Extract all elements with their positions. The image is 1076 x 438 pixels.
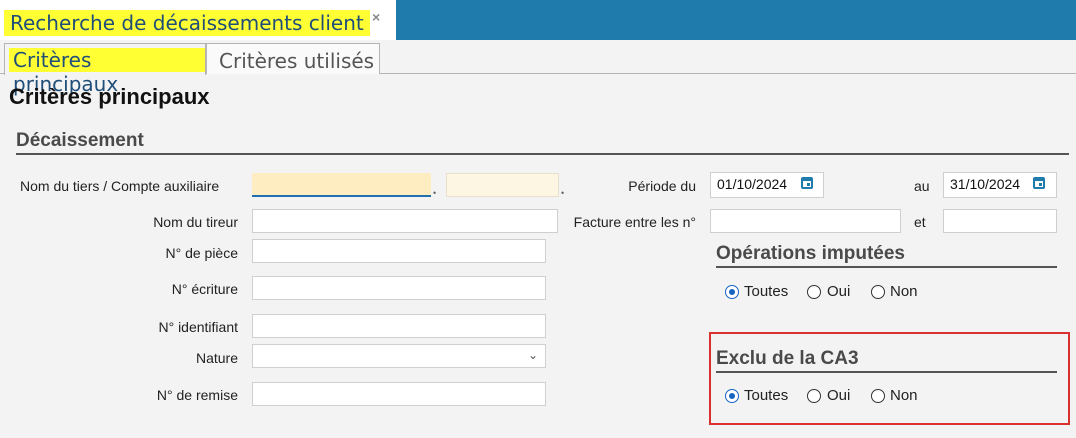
radio-label: Non <box>890 387 918 404</box>
label-piece: N° de pièce <box>165 245 238 261</box>
label-nom-tireur: Nom du tireur <box>153 214 238 230</box>
section-title-decaissement: Décaissement <box>16 130 144 151</box>
pin-icon: • <box>561 188 565 198</box>
label-ecriture: N° écriture <box>171 281 238 297</box>
tab-label: Critères principaux <box>9 48 205 96</box>
tab-criteres-principaux[interactable]: Critères principaux <box>4 43 206 96</box>
facture-from-input[interactable] <box>710 209 901 233</box>
section-rule <box>716 266 1057 268</box>
nom-tiers-input[interactable] <box>252 173 431 197</box>
calendar-icon[interactable] <box>801 177 813 189</box>
radio-operations-oui[interactable] <box>807 285 821 299</box>
highlight-box <box>709 332 1070 425</box>
periode-from-value: 01/10/2024 <box>717 176 788 192</box>
radio-operations-non[interactable] <box>871 285 885 299</box>
section-rule <box>16 153 1069 155</box>
identifiant-input[interactable] <box>252 314 546 338</box>
radio-label: Toutes <box>744 387 789 404</box>
tab-criteres-utilises[interactable]: Critères utilisés <box>206 43 380 74</box>
section-title-operations-imputees: Opérations imputées <box>716 243 905 264</box>
compte-auxiliaire-input[interactable] <box>446 173 559 197</box>
radio-label: Oui <box>827 283 851 300</box>
radio-label: Toutes <box>744 283 789 300</box>
nom-tireur-input[interactable] <box>252 209 558 233</box>
section-title-exclu-ca3: Exclu de la CA3 <box>716 348 859 369</box>
piece-input[interactable] <box>252 239 546 263</box>
remise-input[interactable] <box>252 382 546 406</box>
close-icon[interactable]: × <box>372 9 380 25</box>
ecriture-input[interactable] <box>252 276 546 300</box>
document-tab[interactable]: Recherche de décaissements client × <box>0 0 396 40</box>
tab-label: Critères utilisés <box>219 49 375 73</box>
label-et: et <box>914 214 926 230</box>
document-tab-title: Recherche de décaissements client <box>4 10 370 36</box>
facture-to-input[interactable] <box>943 209 1057 233</box>
radio-ca3-non[interactable] <box>871 389 885 403</box>
label-remise: N° de remise <box>156 387 238 403</box>
radio-ca3-toutes[interactable] <box>725 389 739 403</box>
radio-label: Oui <box>827 387 851 404</box>
radio-operations-toutes[interactable] <box>725 285 739 299</box>
label-au: au <box>914 178 930 194</box>
label-facture: Facture entre les n° <box>573 214 696 230</box>
page-title: Critères principaux <box>9 84 210 109</box>
label-identifiant: N° identifiant <box>158 319 238 335</box>
periode-to-value: 31/10/2024 <box>950 176 1021 192</box>
label-periode: Période du <box>628 178 696 194</box>
chevron-down-icon[interactable]: ⌄ <box>528 348 538 362</box>
label-nature: Nature <box>195 350 238 366</box>
calendar-icon[interactable] <box>1033 177 1045 189</box>
label-nom-tiers: Nom du tiers / Compte auxiliaire <box>20 178 220 194</box>
section-rule <box>716 371 1057 373</box>
radio-label: Non <box>890 283 918 300</box>
nature-select[interactable] <box>252 344 546 368</box>
pin-icon: • <box>433 188 437 198</box>
radio-ca3-oui[interactable] <box>807 389 821 403</box>
